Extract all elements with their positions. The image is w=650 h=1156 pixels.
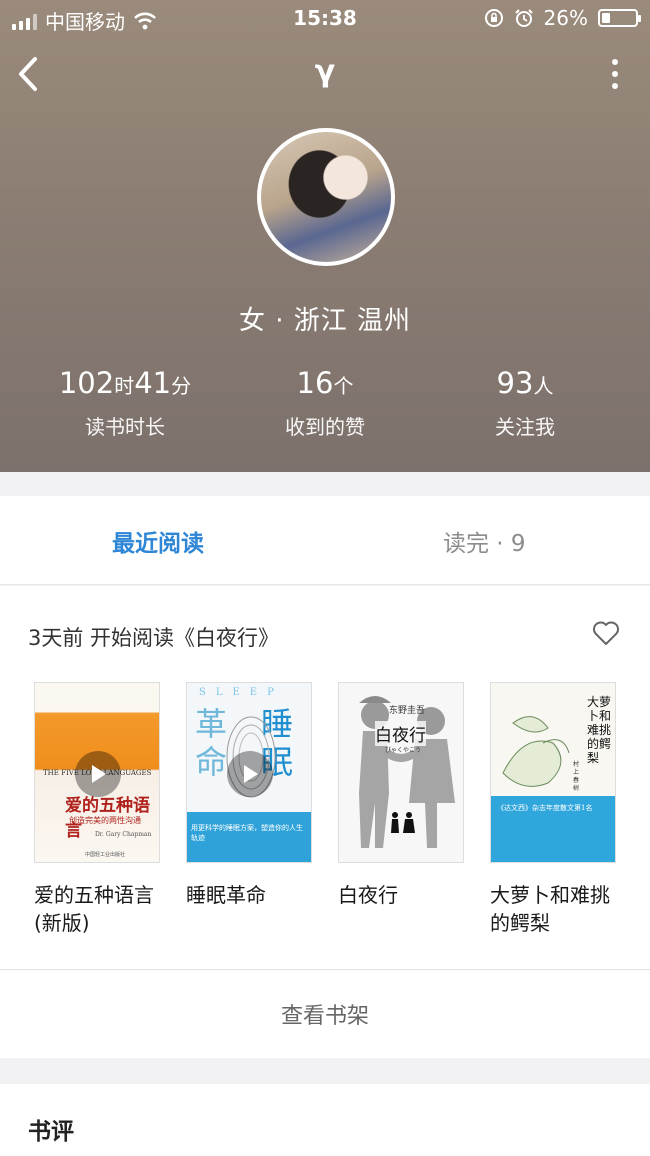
- avatar[interactable]: [257, 128, 395, 266]
- stat-label: 收到的赞: [285, 415, 365, 439]
- book-title: 大萝卜和难挑的鳄梨: [490, 883, 610, 935]
- stat-likes[interactable]: 16个 收到的赞: [250, 364, 400, 440]
- stat-number: 16: [296, 366, 334, 400]
- review-section: 书评: [0, 1084, 650, 1156]
- book-item[interactable]: 东野圭吾 白夜行 びゃくやこう 白夜行: [338, 682, 464, 909]
- stat-unit: 个: [333, 374, 354, 398]
- book-cover[interactable]: SLEEP 革命 睡眠 用更科学的睡眠方案，塑造你的人生轨迹: [186, 682, 312, 863]
- battery-percent: 26%: [543, 6, 588, 30]
- alarm-icon: [514, 9, 533, 27]
- more-dot: [612, 59, 618, 65]
- gender-location: 女 · 浙江 温州: [238, 306, 412, 336]
- stat-label: 关注我: [495, 415, 555, 439]
- stat-likes-value: 16个: [250, 364, 400, 405]
- more-button[interactable]: [600, 52, 630, 96]
- stat-followers[interactable]: 93人 关注我: [400, 364, 650, 440]
- heart-icon: [593, 621, 619, 645]
- profile-header: 中国移动 15:38 26% γ 女 · 浙江 温州 102时41分 读书时长 …: [0, 0, 650, 472]
- cover-title: 大萝卜和难挑的鳄梨: [587, 695, 612, 765]
- bookshelf-section: 查看书架: [0, 970, 650, 1058]
- more-dot: [612, 71, 618, 77]
- cover-author: Dr. Gary Chapman: [95, 831, 152, 838]
- view-bookshelf-button[interactable]: 查看书架: [0, 998, 650, 1030]
- profile-screen: 中国移动 15:38 26% γ 女 · 浙江 温州 102时41分 读书时长 …: [0, 0, 650, 1156]
- cover-publisher: 中国轻工业出版社: [85, 852, 126, 858]
- recent-activity-heading: 3天前 开始阅读《白夜行》: [28, 626, 280, 650]
- tab-finished[interactable]: 读完 · 9: [443, 524, 526, 558]
- video-play-button[interactable]: [75, 751, 121, 797]
- stat-label: 读书时长: [85, 415, 165, 439]
- stat-number: 93: [496, 366, 534, 400]
- stat-reading-time: 102时41分 读书时长: [0, 364, 250, 440]
- stat-reading-time-value: 102时41分: [0, 364, 250, 405]
- cover-kana: びゃくやこう: [385, 747, 422, 754]
- play-icon: [92, 765, 106, 783]
- nav-bar: γ: [0, 44, 650, 104]
- book-cover[interactable]: THE FIVE LOVE LANGUAGES 爱的五种语言 创造完美的两性沟通…: [34, 682, 160, 863]
- status-bar: 中国移动 15:38 26%: [0, 0, 650, 36]
- stat-unit: 分: [171, 374, 192, 398]
- book-item[interactable]: 大萝卜和难挑的鳄梨 村上春树 《达文西》杂志年度散文第1名 大萝卜和难挑的鳄梨: [490, 682, 616, 937]
- review-section-title: 书评: [28, 1119, 74, 1145]
- cover-tagline: 用更科学的睡眠方案，塑造你的人生轨迹: [191, 824, 303, 842]
- book-item[interactable]: SLEEP 革命 睡眠 用更科学的睡眠方案，塑造你的人生轨迹 睡眠革命: [186, 682, 312, 909]
- book-cover[interactable]: 东野圭吾 白夜行 びゃくやこう: [338, 682, 464, 863]
- status-right: 26%: [484, 6, 641, 30]
- play-icon: [244, 765, 258, 783]
- profile-stats: 102时41分 读书时长 16个 收到的赞 93人 关注我: [0, 364, 650, 440]
- more-dot: [612, 83, 618, 89]
- cover-author: 村上春树: [573, 761, 580, 792]
- cover-illustration: [502, 716, 570, 787]
- stat-followers-value: 93人: [400, 364, 650, 405]
- video-play-button[interactable]: [227, 751, 273, 797]
- book-title: 白夜行: [338, 883, 398, 907]
- cover-english-title: SLEEP: [199, 687, 284, 698]
- book-title: 睡眠革命: [186, 883, 266, 907]
- battery-icon: [598, 9, 641, 27]
- tab-recent-reading[interactable]: 最近阅读: [112, 524, 204, 558]
- cover-author: 东野圭吾: [389, 706, 426, 716]
- cover-title: 白夜行: [375, 721, 426, 746]
- stat-number: 102: [58, 366, 115, 400]
- book-title: 爱的五种语言(新版): [34, 883, 154, 935]
- stat-number: 41: [134, 366, 172, 400]
- cover-title-a: 革命: [195, 705, 228, 781]
- like-button[interactable]: [592, 620, 620, 650]
- book-cover[interactable]: 大萝卜和难挑的鳄梨 村上春树 《达文西》杂志年度散文第1名: [490, 682, 616, 863]
- battery-level-fill: [602, 13, 610, 23]
- page-title: γ: [314, 54, 336, 89]
- stat-unit: 人: [533, 374, 554, 398]
- recent-reading-section: 3天前 开始阅读《白夜行》 THE FIVE LOVE LANGUAGES 爱的…: [0, 586, 650, 970]
- tab-bar: 最近阅读 读完 · 9: [0, 496, 650, 585]
- book-item[interactable]: THE FIVE LOVE LANGUAGES 爱的五种语言 创造完美的两性沟通…: [34, 682, 160, 937]
- stat-unit: 时: [114, 374, 135, 398]
- rotation-lock-icon: [484, 9, 503, 27]
- cover-blurb: 《达文西》杂志年度散文第1名: [497, 804, 593, 812]
- cover-subtitle: 创造完美的两性沟通: [69, 816, 141, 825]
